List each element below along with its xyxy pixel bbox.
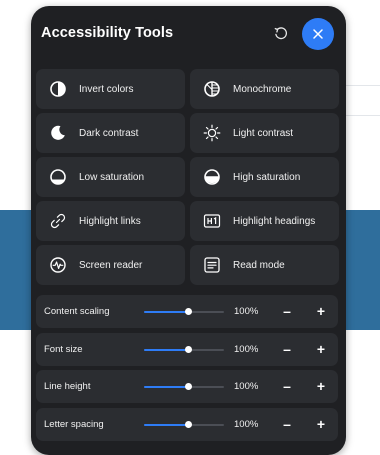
- slider-value: 100%: [234, 418, 259, 430]
- content-scaling-slider[interactable]: [144, 308, 224, 315]
- reset-icon: [274, 27, 287, 40]
- low-saturation-icon: [48, 167, 68, 187]
- close-button[interactable]: [302, 18, 334, 50]
- adjustment-sliders: Content scaling 100% – + Font size 100% …: [36, 295, 338, 445]
- tool-light-contrast[interactable]: Light contrast: [190, 113, 339, 153]
- slider-value: 100%: [234, 381, 259, 392]
- screen-reader-icon: [48, 255, 68, 275]
- tool-read-mode[interactable]: Read mode: [190, 245, 339, 285]
- monochrome-icon: [202, 79, 222, 99]
- tool-highlight-links[interactable]: Highlight links: [36, 201, 185, 241]
- slider-label: Font size: [44, 343, 83, 355]
- font-size-slider[interactable]: [144, 345, 224, 353]
- decrease-button[interactable]: –: [277, 376, 297, 396]
- read-mode-icon: [202, 255, 222, 275]
- slider-fill: [144, 348, 188, 351]
- slider-row-line-height: Line height 100% – +: [36, 370, 338, 403]
- panel-header: Accessibility Tools: [31, 6, 346, 64]
- line-height-slider[interactable]: [144, 383, 224, 390]
- tool-label: Light contrast: [233, 127, 294, 139]
- letter-spacing-slider[interactable]: [144, 420, 224, 428]
- panel-title: Accessibility Tools: [41, 25, 174, 41]
- accessibility-panel: Accessibility Tools Invert colors Monoch…: [31, 6, 346, 455]
- slider-thumb[interactable]: [184, 308, 192, 315]
- tool-high-saturation[interactable]: High saturation: [190, 157, 339, 197]
- moon-icon: [48, 123, 68, 143]
- decrease-button[interactable]: –: [277, 339, 297, 359]
- decrease-button[interactable]: –: [277, 301, 297, 321]
- tool-low-saturation[interactable]: Low saturation: [36, 157, 185, 197]
- heading-h1-icon: [202, 211, 222, 231]
- tool-highlight-headings[interactable]: Highlight headings: [190, 201, 339, 241]
- tool-invert-colors[interactable]: Invert colors: [36, 69, 185, 109]
- tool-label: Monochrome: [233, 83, 292, 95]
- slider-value: 100%: [234, 306, 259, 317]
- increase-button[interactable]: +: [311, 339, 331, 359]
- tool-monochrome[interactable]: Monochrome: [190, 69, 339, 109]
- decrease-button[interactable]: –: [277, 414, 297, 434]
- slider-thumb[interactable]: [184, 420, 192, 428]
- reset-button[interactable]: [271, 24, 291, 44]
- slider-fill: [144, 423, 188, 426]
- tool-label: Read mode: [233, 259, 285, 271]
- increase-button[interactable]: +: [311, 376, 331, 396]
- slider-thumb[interactable]: [184, 383, 192, 390]
- tool-label: Screen reader: [79, 259, 143, 271]
- close-icon: [313, 29, 323, 39]
- tool-label: Invert colors: [79, 83, 134, 95]
- tool-label: High saturation: [233, 171, 301, 183]
- slider-thumb[interactable]: [184, 345, 192, 353]
- tool-grid: Invert colors Monochrome Dark contrast L…: [36, 69, 342, 285]
- tool-label: Dark contrast: [79, 127, 139, 139]
- link-icon: [48, 211, 68, 231]
- tool-label: Highlight links: [79, 215, 141, 227]
- tool-screen-reader[interactable]: Screen reader: [36, 245, 185, 285]
- slider-row-font-size: Font size 100% – +: [36, 332, 338, 366]
- slider-row-letter-spacing: Letter spacing 100% – +: [36, 407, 338, 441]
- slider-label: Letter spacing: [44, 418, 104, 430]
- high-saturation-icon: [202, 167, 222, 187]
- slider-row-content-scaling: Content scaling 100% – +: [36, 295, 338, 328]
- invert-colors-icon: [48, 79, 68, 99]
- increase-button[interactable]: +: [311, 414, 331, 434]
- slider-value: 100%: [234, 343, 259, 355]
- tool-label: Low saturation: [79, 171, 145, 183]
- tool-label: Highlight headings: [233, 215, 316, 227]
- tool-dark-contrast[interactable]: Dark contrast: [36, 113, 185, 153]
- slider-label: Line height: [44, 381, 91, 392]
- slider-fill: [144, 311, 188, 313]
- increase-button[interactable]: +: [311, 301, 331, 321]
- sun-icon: [202, 123, 222, 143]
- slider-fill: [144, 386, 188, 388]
- slider-label: Content scaling: [44, 306, 110, 317]
